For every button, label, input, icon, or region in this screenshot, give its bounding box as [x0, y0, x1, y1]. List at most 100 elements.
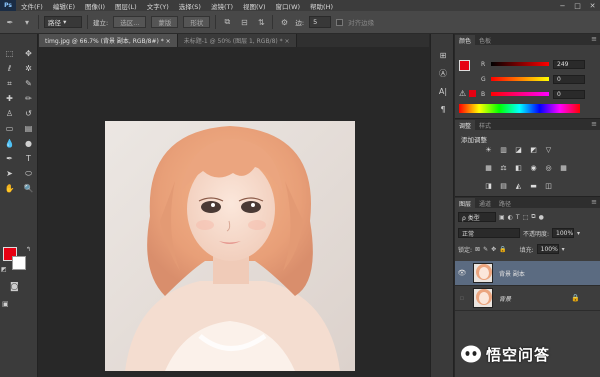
shape-tool-icon[interactable]: ⬭ — [19, 166, 38, 181]
tab-swatches[interactable]: 色板 — [475, 35, 495, 45]
pen-tool-icon[interactable]: ✒ — [0, 151, 19, 166]
brush-tool-icon[interactable]: ✏ — [19, 91, 38, 106]
chevron-down-icon[interactable]: ▾ — [562, 246, 565, 253]
filter-type-icon[interactable]: T — [516, 214, 520, 221]
vibrance-icon[interactable]: ▽ — [543, 145, 554, 155]
background-color-swatch[interactable] — [12, 256, 26, 270]
marquee-tool-icon[interactable]: ⬚ — [0, 46, 19, 61]
slider-r[interactable] — [491, 62, 549, 66]
panel-menu-icon[interactable]: ≡ — [591, 198, 597, 206]
screen-mode-icon[interactable]: ▣ — [2, 300, 9, 308]
posterize-icon[interactable]: ▤ — [498, 181, 509, 191]
character-panel-icon[interactable]: A| — [431, 82, 455, 100]
type-tool-icon[interactable]: T — [19, 151, 38, 166]
shape-button[interactable]: 形状 — [183, 16, 211, 28]
brightness-icon[interactable]: ☀ — [483, 145, 494, 155]
color-lookup-icon[interactable]: ▦ — [558, 163, 569, 173]
input-g[interactable]: 0 — [553, 74, 585, 84]
fill-input[interactable]: 100% — [536, 244, 559, 254]
filter-pixel-icon[interactable]: ▣ — [499, 214, 505, 221]
tab-adjustments[interactable]: 调整 — [455, 120, 476, 130]
healing-brush-tool-icon[interactable]: ✚ — [0, 91, 19, 106]
tool-mode-select[interactable]: 路径 ▾ — [44, 16, 82, 28]
menu-select[interactable]: 选择(S) — [174, 1, 206, 11]
layer-filter-select[interactable]: ρ 类型 — [458, 212, 496, 222]
color-spectrum[interactable] — [459, 104, 580, 113]
hue-saturation-icon[interactable]: ▦ — [483, 163, 494, 173]
levels-icon[interactable]: ▥ — [498, 145, 509, 155]
threshold-icon[interactable]: ◭ — [513, 181, 524, 191]
path-operations-icon[interactable]: ⧉ — [221, 16, 233, 28]
panel-menu-icon[interactable]: ≡ — [591, 35, 597, 43]
gear-icon[interactable]: ⚙ — [278, 16, 290, 28]
canvas-area[interactable] — [39, 47, 429, 377]
menu-help[interactable]: 帮助(H) — [305, 1, 338, 11]
maximize-button[interactable]: □ — [570, 0, 585, 11]
color-balance-icon[interactable]: ⚖ — [498, 163, 509, 173]
menu-window[interactable]: 窗口(W) — [271, 1, 306, 11]
move-tool-icon[interactable]: ✥ — [19, 46, 38, 61]
exposure-icon[interactable]: ◩ — [528, 145, 539, 155]
close-button[interactable]: ✕ — [585, 0, 600, 11]
blur-tool-icon[interactable]: 💧 — [0, 136, 19, 151]
default-colors-icon[interactable]: ◩ — [1, 266, 7, 273]
document-tab-untitled[interactable]: 未标题-1 @ 50% (图层 1, RGB/8) * × — [177, 34, 297, 47]
path-selection-tool-icon[interactable]: ➤ — [0, 166, 19, 181]
invert-icon[interactable]: ◨ — [483, 181, 494, 191]
lasso-tool-icon[interactable]: ℓ — [0, 61, 19, 76]
lock-position-icon[interactable]: ✥ — [491, 246, 496, 253]
path-alignment-icon[interactable]: ⊟ — [238, 16, 250, 28]
mask-button[interactable]: 蒙版 — [151, 16, 179, 28]
eraser-tool-icon[interactable]: ▭ — [0, 121, 19, 136]
minimize-button[interactable]: − — [555, 0, 570, 11]
lock-pixels-icon[interactable]: ✎ — [483, 246, 488, 253]
selective-color-icon[interactable]: ◫ — [543, 181, 554, 191]
document-tab-timg[interactable]: timg.jpg @ 66.7% (背景 副本, RGB/8#) * × — [39, 34, 178, 47]
eyedropper-tool-icon[interactable]: ✎ — [19, 76, 38, 91]
tab-styles[interactable]: 样式 — [475, 120, 495, 130]
menu-layer[interactable]: 图层(L) — [110, 1, 142, 11]
menu-filter[interactable]: 滤镜(T) — [206, 1, 238, 11]
panel-menu-icon[interactable]: ≡ — [591, 120, 597, 128]
slider-g[interactable] — [491, 77, 549, 81]
crop-tool-icon[interactable]: ⌗ — [0, 76, 19, 91]
tab-channels[interactable]: 通道 — [475, 198, 495, 208]
swap-colors-icon[interactable]: ↰ — [26, 246, 31, 253]
input-r[interactable]: 249 — [553, 59, 585, 69]
visibility-eye-icon[interactable]: ▫ — [455, 294, 469, 302]
hand-tool-icon[interactable]: ✋ — [0, 181, 19, 196]
gradient-map-icon[interactable]: ▬ — [528, 181, 539, 191]
filter-smart-object-icon[interactable]: ⧉ — [531, 213, 535, 221]
menu-edit[interactable]: 编辑(E) — [48, 1, 80, 11]
input-b[interactable]: 0 — [553, 89, 585, 99]
properties-panel-icon[interactable]: Ⓐ — [431, 64, 455, 82]
blend-mode-select[interactable]: 正常 — [458, 228, 520, 238]
pen-tool-icon[interactable]: ✒ — [4, 16, 16, 28]
dodge-tool-icon[interactable]: ● — [19, 136, 38, 151]
slider-b[interactable] — [491, 92, 549, 96]
history-panel-icon[interactable]: ⊞ — [431, 46, 455, 64]
chevron-down-icon[interactable]: ▾ — [21, 16, 33, 28]
gamut-color-swatch[interactable] — [469, 90, 476, 97]
tab-color[interactable]: 颜色 — [455, 35, 476, 45]
document-image[interactable] — [105, 121, 355, 371]
paragraph-panel-icon[interactable]: ¶ — [431, 100, 455, 118]
tab-layers[interactable]: 图层 — [455, 198, 476, 208]
filter-toggle-icon[interactable]: ● — [539, 214, 544, 221]
filter-shape-icon[interactable]: ⬚ — [523, 214, 529, 221]
filter-adjustment-icon[interactable]: ◐ — [508, 214, 513, 221]
layer-background-copy[interactable]: 👁 背景 副本 — [455, 261, 600, 286]
quick-mask-icon[interactable]: ◙ — [10, 282, 19, 292]
path-arrangement-icon[interactable]: ⇅ — [255, 16, 267, 28]
opacity-input[interactable]: 100% — [552, 228, 575, 238]
history-brush-tool-icon[interactable]: ↺ — [19, 106, 38, 121]
align-edges-checkbox[interactable] — [336, 18, 344, 26]
channel-mixer-icon[interactable]: ◎ — [543, 163, 554, 173]
menu-type[interactable]: 文字(Y) — [142, 1, 174, 11]
layer-background[interactable]: ▫ 背景 🔒 — [455, 286, 600, 311]
black-white-icon[interactable]: ◧ — [513, 163, 524, 173]
selection-button[interactable]: 选区... — [113, 16, 147, 28]
clone-stamp-tool-icon[interactable]: ♙ — [0, 106, 19, 121]
lock-transparency-icon[interactable]: ⊠ — [475, 246, 480, 253]
chevron-down-icon[interactable]: ▾ — [577, 230, 580, 237]
